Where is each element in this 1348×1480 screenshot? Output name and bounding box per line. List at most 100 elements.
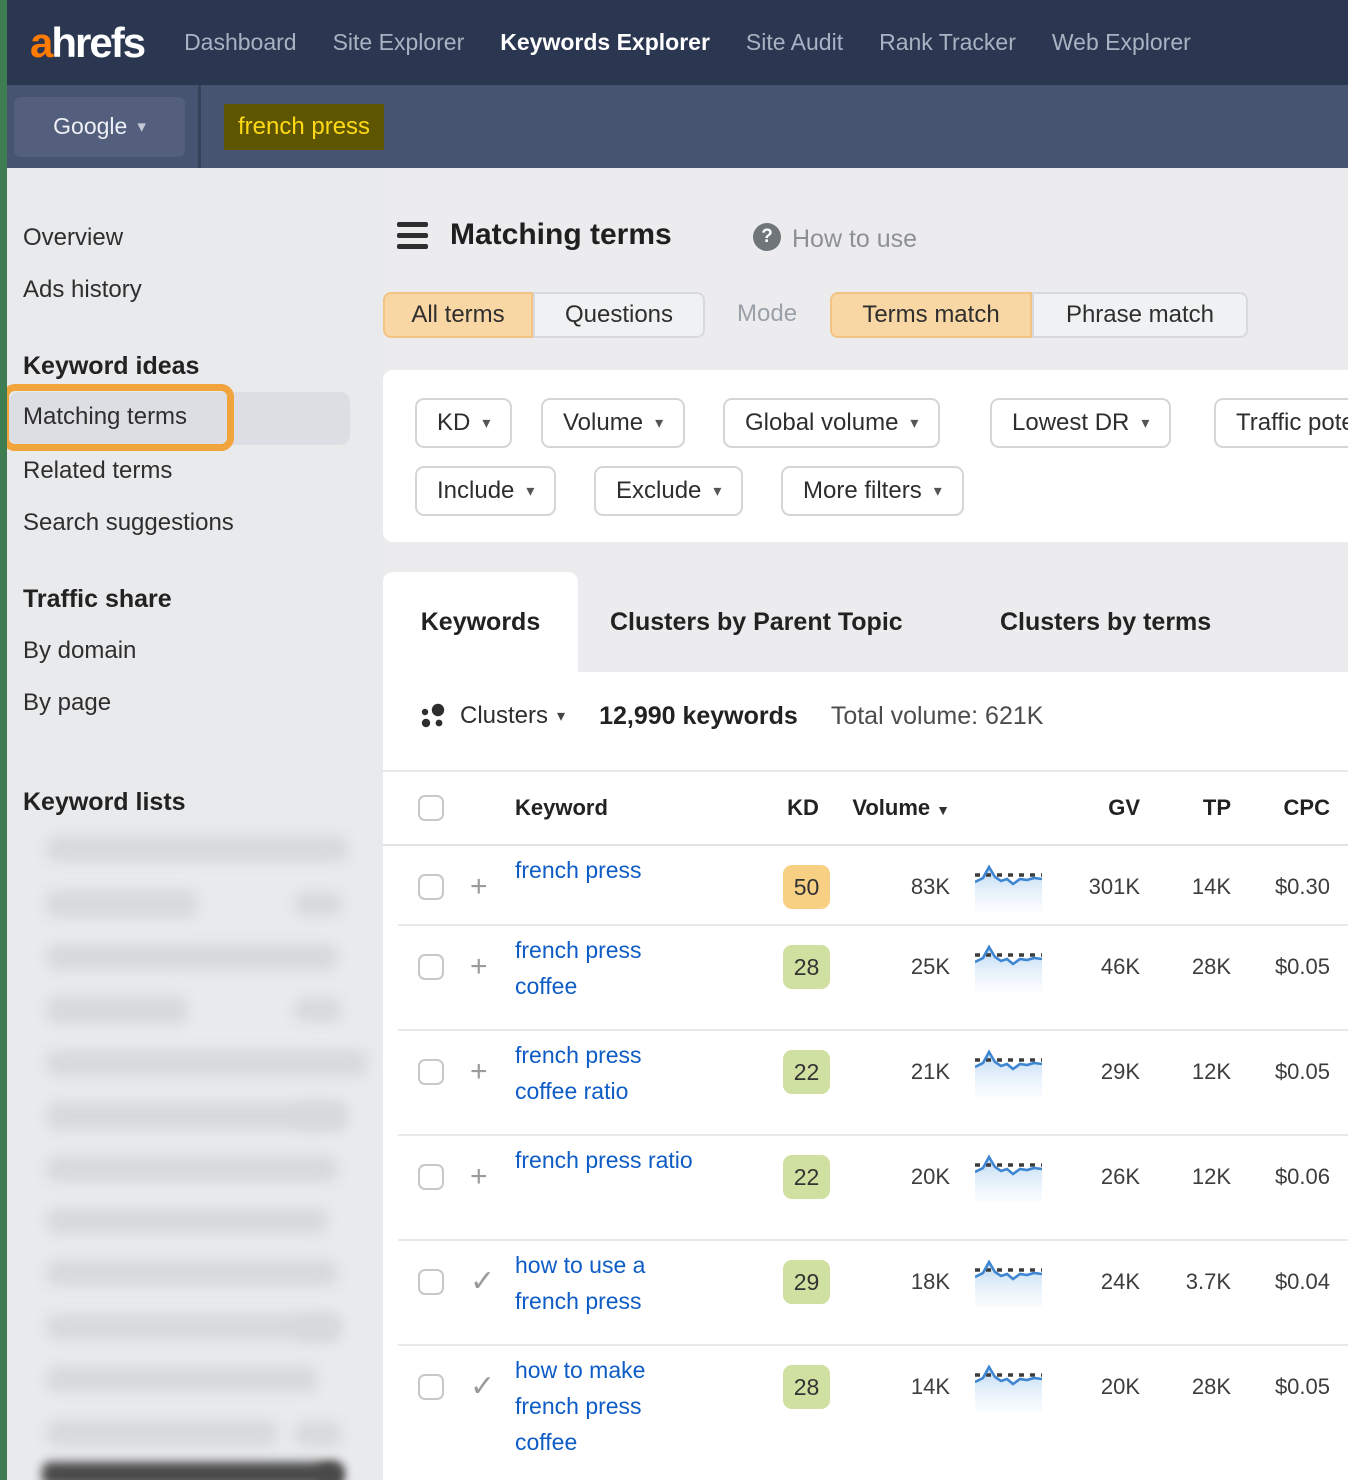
filter-kd-dropdown[interactable]: KD▾ — [415, 398, 512, 448]
gv-value: 20K — [1055, 1346, 1143, 1480]
nav-item-rank-tracker[interactable]: Rank Tracker — [879, 29, 1016, 56]
gv-value: 46K — [1055, 926, 1143, 1031]
chevron-down-icon: ▾ — [713, 481, 721, 501]
row-checkbox[interactable] — [418, 1164, 444, 1190]
col-header-cpc[interactable]: CPC — [1231, 795, 1333, 821]
chevron-down-icon: ▾ — [934, 481, 942, 501]
keyword-link[interactable]: french press — [503, 852, 642, 888]
tp-value: 12K — [1143, 1031, 1231, 1136]
tab-keywords[interactable]: Keywords — [383, 572, 578, 672]
kd-badge: 28 — [783, 945, 830, 989]
row-checkbox[interactable] — [418, 1374, 444, 1400]
nav-item-web-explorer[interactable]: Web Explorer — [1052, 29, 1191, 56]
search-engine-dropdown[interactable]: Google ▾ — [14, 97, 185, 157]
kd-badge: 22 — [783, 1050, 830, 1094]
blurred-list-item — [47, 1420, 277, 1446]
sidebar-item-ads-history[interactable]: Ads history — [23, 276, 142, 304]
trend-sparkline-icon — [975, 862, 1042, 912]
blurred-list-item — [47, 1260, 337, 1286]
keywords-count: 12,990 keywords — [599, 702, 798, 731]
chevron-down-icon: ▾ — [655, 413, 663, 433]
filter-global-volume-dropdown[interactable]: Global volume▾ — [723, 398, 940, 448]
logo-letter-a: a — [30, 19, 51, 66]
tab-phrase-match[interactable]: Phrase match — [1032, 292, 1248, 338]
keyword-link[interactable]: french press ratio — [503, 1142, 693, 1178]
tab-questions[interactable]: Questions — [533, 292, 705, 338]
col-header-tp[interactable]: TP — [1143, 795, 1231, 821]
gv-value: 301K — [1055, 846, 1143, 926]
row-checkbox[interactable] — [418, 1059, 444, 1085]
filter-traffic-potential-dropdown[interactable]: Traffic potential▾ — [1214, 398, 1348, 448]
added-check-icon[interactable]: ✓ — [470, 1265, 495, 1298]
keywords-explorer-page: ahrefs Dashboard Site Explorer Keywords … — [0, 0, 1348, 1480]
col-header-volume[interactable]: Volume▼ — [838, 795, 955, 821]
trend-sparkline-icon — [975, 1362, 1042, 1412]
tab-terms-match[interactable]: Terms match — [830, 292, 1032, 338]
col-header-kd[interactable]: KD — [768, 795, 838, 821]
nav-item-dashboard[interactable]: Dashboard — [184, 29, 297, 56]
filter-include-dropdown[interactable]: Include▾ — [415, 466, 556, 516]
keyword-link[interactable]: how to use a french press — [503, 1247, 645, 1319]
trend-sparkline-icon — [975, 1047, 1042, 1097]
col-header-keyword[interactable]: Keyword — [503, 795, 768, 821]
col-header-gv[interactable]: GV — [1055, 795, 1143, 821]
row-checkbox[interactable] — [418, 874, 444, 900]
main-content: Matching terms ? How to use All terms Qu… — [383, 168, 1348, 1480]
blurred-list-item — [47, 944, 337, 970]
trend-sparkline-icon — [975, 942, 1042, 992]
search-query-selected-text[interactable]: french press — [224, 104, 384, 150]
row-checkbox[interactable] — [418, 954, 444, 980]
sidebar-item-overview[interactable]: Overview — [23, 224, 123, 252]
add-plus-icon[interactable]: + — [470, 870, 488, 903]
table-row: + french press ratio 22 20K 26K 12K $0.0… — [383, 1136, 1348, 1241]
keyword-link[interactable]: how to make french press coffee — [503, 1352, 645, 1460]
select-all-checkbox[interactable] — [418, 795, 444, 821]
view-tabs-row: All terms Questions Mode Terms match Phr… — [383, 292, 1348, 338]
sidebar-item-by-domain[interactable]: By domain — [23, 637, 136, 665]
tab-clusters-by-parent-topic[interactable]: Clusters by Parent Topic — [610, 608, 903, 637]
blurred-list-item — [47, 890, 197, 918]
tp-value: 12K — [1143, 1136, 1231, 1241]
results-toolbar: Clusters ▾ 12,990 keywords Total volume:… — [383, 696, 1348, 736]
sidebar-item-related-terms[interactable]: Related terms — [23, 457, 172, 485]
how-to-use-link[interactable]: How to use — [792, 225, 917, 254]
tab-all-terms[interactable]: All terms — [383, 292, 533, 338]
add-plus-icon[interactable]: + — [470, 1055, 488, 1088]
volume-value: 14K — [838, 1346, 955, 1480]
row-checkbox[interactable] — [418, 1269, 444, 1295]
tp-value: 3.7K — [1143, 1241, 1231, 1346]
filter-more-filters-dropdown[interactable]: More filters▾ — [781, 466, 964, 516]
sidebar-item-search-suggestions[interactable]: Search suggestions — [23, 509, 234, 537]
added-check-icon[interactable]: ✓ — [470, 1370, 495, 1403]
tab-clusters-by-terms[interactable]: Clusters by terms — [1000, 608, 1211, 637]
filter-exclude-dropdown[interactable]: Exclude▾ — [594, 466, 743, 516]
filter-lowest-dr-dropdown[interactable]: Lowest DR▾ — [990, 398, 1171, 448]
chevron-down-icon: ▾ — [137, 117, 146, 137]
blurred-list-count — [295, 892, 341, 916]
chevron-down-icon[interactable]: ▾ — [557, 706, 565, 726]
volume-value: 83K — [838, 846, 955, 926]
sidebar-item-matching-terms-label: Matching terms — [23, 403, 187, 431]
table-row: + french press coffee ratio 22 21K 29K 1… — [383, 1031, 1348, 1136]
tp-value: 28K — [1143, 926, 1231, 1031]
menu-hamburger-icon[interactable] — [397, 222, 428, 249]
help-question-icon[interactable]: ? — [753, 223, 781, 251]
nav-item-site-audit[interactable]: Site Audit — [746, 29, 843, 56]
search-input[interactable]: french press — [224, 104, 384, 150]
clusters-dropdown[interactable]: Clusters — [460, 702, 548, 730]
blurred-list-item — [47, 996, 187, 1024]
keyword-link[interactable]: french press coffee — [503, 932, 642, 1004]
filter-volume-dropdown[interactable]: Volume▾ — [541, 398, 685, 448]
keyword-link[interactable]: french press coffee ratio — [503, 1037, 642, 1109]
nav-item-keywords-explorer[interactable]: Keywords Explorer — [500, 29, 710, 56]
ahrefs-logo[interactable]: ahrefs — [30, 19, 144, 67]
sidebar-item-by-page[interactable]: By page — [23, 689, 111, 717]
chevron-down-icon: ▾ — [526, 481, 534, 501]
table-row: ✓ how to use a french press 29 18K 24K 3… — [383, 1241, 1348, 1346]
add-plus-icon[interactable]: + — [470, 1160, 488, 1193]
blurred-list-count — [295, 1316, 341, 1340]
add-plus-icon[interactable]: + — [470, 950, 488, 983]
nav-item-site-explorer[interactable]: Site Explorer — [333, 29, 465, 56]
results-sheet: Clusters ▾ 12,990 keywords Total volume:… — [383, 672, 1348, 1480]
sidebar-item-matching-terms[interactable]: Matching terms — [9, 392, 350, 445]
